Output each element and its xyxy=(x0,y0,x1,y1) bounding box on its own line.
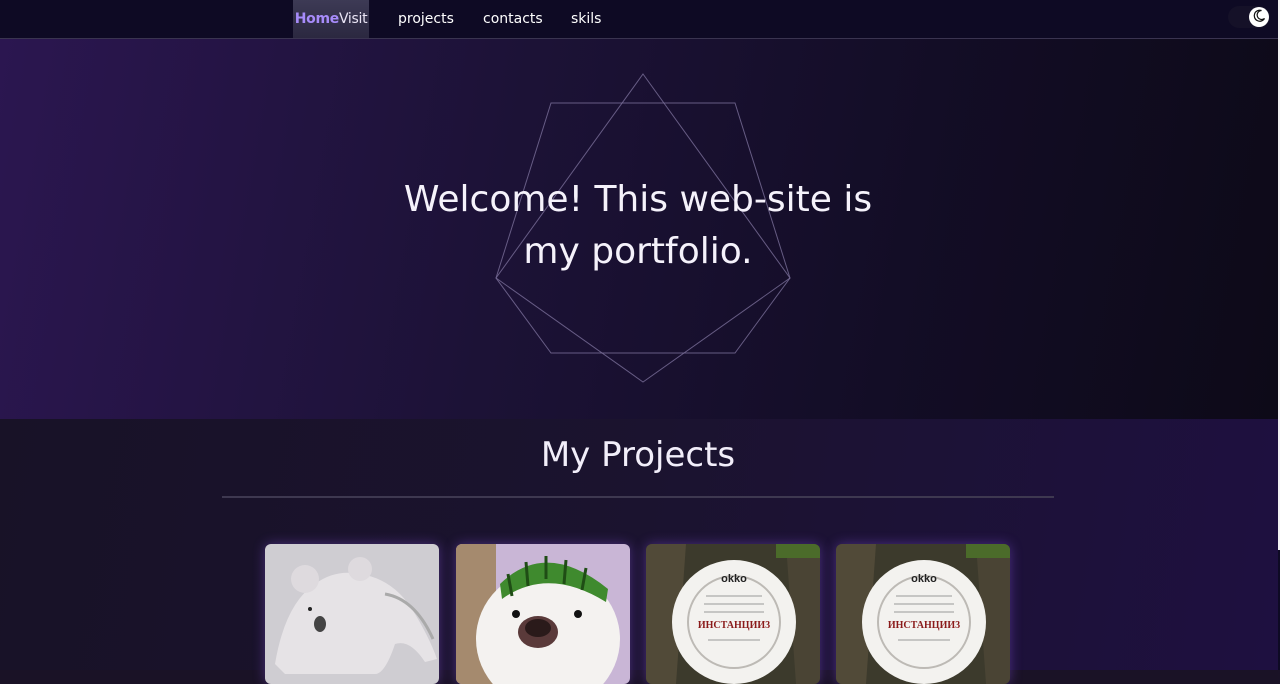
brand-logo[interactable]: Home Visit xyxy=(293,0,369,38)
project-card-plate-1[interactable]: okko ИНСТАНЦИИ3 xyxy=(646,544,820,684)
project-card-plate-2[interactable]: okko ИНСТАНЦИИ3 xyxy=(836,544,1010,684)
theme-toggle[interactable] xyxy=(1228,6,1270,28)
hero-title: Welcome! This web-site is my portfolio. xyxy=(403,179,873,272)
nav-link-projects[interactable]: projects xyxy=(398,0,454,38)
hero-section: Welcome! This web-site is my portfolio. xyxy=(0,39,1278,419)
brand-visit-text: Visit xyxy=(338,11,368,27)
koala-plush-image xyxy=(265,544,439,684)
okko-plate-image: okko ИНСТАНЦИИ3 xyxy=(646,544,820,684)
brand-home-text: Home xyxy=(294,11,340,27)
plate-brand-text: okko xyxy=(721,573,747,585)
project-card-dog[interactable] xyxy=(456,544,630,684)
toggle-knob xyxy=(1249,7,1269,27)
projects-section: My Projects okko ИНСТАНЦИИ3 okko ИНСТАНЦ… xyxy=(0,419,1278,684)
project-card-koala[interactable] xyxy=(265,544,439,684)
projects-title: My Projects xyxy=(540,435,736,475)
dog-watermelon-image xyxy=(456,544,630,684)
projects-divider xyxy=(222,496,1054,498)
navbar: Home Visit projects contacts skils xyxy=(0,0,1278,39)
plate-title-text: ИНСТАНЦИИ3 xyxy=(888,620,960,631)
moon-icon xyxy=(1252,8,1266,27)
plate-brand-text: okko xyxy=(911,573,937,585)
nav-link-contacts[interactable]: contacts xyxy=(483,0,543,38)
nav-link-skils[interactable]: skils xyxy=(571,0,601,38)
plate-title-text: ИНСТАНЦИИ3 xyxy=(698,620,770,631)
okko-plate-image: okko ИНСТАНЦИИ3 xyxy=(836,544,1010,684)
